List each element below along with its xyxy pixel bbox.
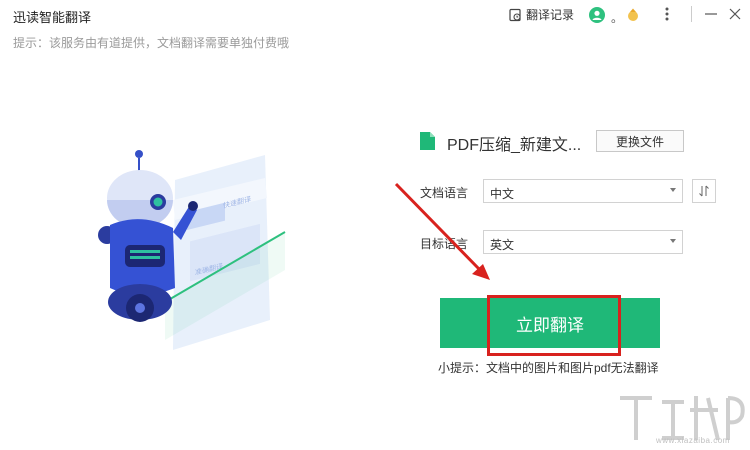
user-icon[interactable] (589, 7, 605, 23)
doc-language-value: 中文 (490, 187, 515, 201)
title-bar: 迅读智能翻译 翻译记录 。 (0, 0, 750, 32)
minimize-icon[interactable] (702, 5, 720, 23)
chevron-down-icon (670, 239, 676, 243)
tip-text: 小提示：文档中的图片和图片pdf无法翻译 (438, 361, 659, 375)
swap-languages-button[interactable] (692, 179, 716, 203)
target-language-select[interactable]: 英文 (483, 230, 683, 254)
target-language-value: 英文 (490, 238, 515, 252)
user-name: 。 (611, 11, 624, 25)
menu-icon[interactable] (660, 6, 674, 22)
robot-illustration: 快速翻译 准确翻译 (98, 150, 286, 350)
app-title: 迅读智能翻译 (13, 10, 92, 25)
doc-language-select[interactable]: 中文 (483, 179, 683, 203)
doc-language-label: 文档语言 (420, 186, 469, 200)
history-label: 翻译记录 (526, 8, 575, 22)
translation-history-button[interactable]: 翻译记录 (508, 6, 574, 23)
service-notice: 提示：该服务由有道提供，文档翻译需要单独付费哦 (13, 36, 290, 50)
swap-icon (699, 185, 709, 197)
chevron-down-icon (670, 188, 676, 192)
change-file-button[interactable]: 更换文件 (596, 130, 684, 152)
title-divider (691, 6, 692, 22)
history-icon (509, 8, 521, 21)
close-icon[interactable] (726, 5, 744, 23)
watermark-text: www.xiazaiba.com (656, 436, 730, 445)
vip-icon[interactable] (626, 7, 640, 23)
file-name: PDF压缩_新建文... (447, 137, 582, 154)
translate-now-button[interactable]: 立即翻译 (440, 298, 660, 348)
target-language-label: 目标语言 (420, 237, 469, 251)
file-icon (420, 132, 435, 150)
